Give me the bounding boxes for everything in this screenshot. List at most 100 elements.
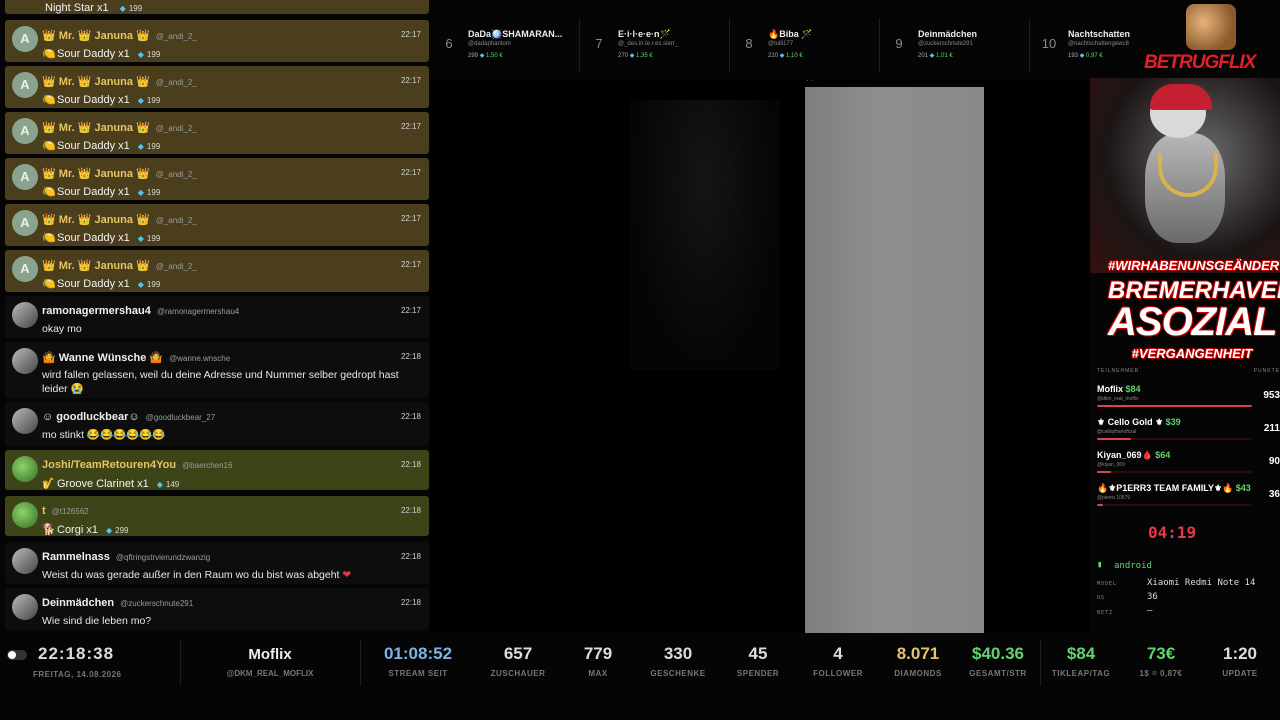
ranking-points: 953 (1263, 390, 1280, 401)
diamond-icon: ◆ (119, 4, 126, 13)
username[interactable]: Joshi/TeamRetouren4You (42, 459, 176, 471)
leaderboard-entry[interactable]: 7 E·i·l·e·e·n🪄 @_des.in.te.r.es.sierr_ 2… (588, 18, 738, 73)
entry-count: 220 (768, 53, 779, 59)
avatar[interactable] (12, 456, 38, 482)
avatar[interactable]: A (12, 118, 38, 144)
stat-label: STREAM SEIT (388, 669, 448, 678)
avatar[interactable] (12, 502, 38, 528)
ranking-handle: @dkm_real_moflix (1097, 396, 1139, 402)
chat-message: ramonagermershau4 @ramonagermershau4 22:1… (5, 296, 429, 338)
avatar[interactable]: A (12, 26, 38, 52)
message-time: 22:18 (400, 506, 421, 515)
leaderboard-entry[interactable]: 9 Deinmädchen @zuckerschnute291 201 ◆ 1,… (888, 18, 1038, 73)
username[interactable]: Deinmädchen (42, 597, 114, 609)
stat-value: $40.36 (972, 644, 1024, 663)
entry-handle: @zuckerschnute291 (918, 41, 973, 47)
chat-message: 🤷 Wanne Wünsche 🤷 @wanne.wnsche 22:18 wir… (5, 342, 429, 398)
os-version: 36 (1147, 592, 1158, 602)
entry-name: DaDa🪩SHAMARAN... (468, 29, 563, 39)
stat-value: $84 (1066, 644, 1096, 663)
avatar[interactable] (12, 302, 38, 328)
user-handle: @_andi_2_ (155, 32, 197, 41)
avatar[interactable]: A (12, 164, 38, 190)
divider (729, 18, 730, 73)
rank-number: 8 (745, 36, 753, 51)
cap-image (1150, 84, 1212, 110)
stat-label: FOLLOWER (813, 669, 863, 678)
entry-money: 1,01 € (935, 53, 953, 59)
message-text: wird fallen gelassen, weil du deine Adre… (42, 369, 399, 395)
gift-icon: 🍋 (42, 94, 56, 106)
stat-followers: 4 FOLLOWER (798, 644, 878, 678)
avatar[interactable] (12, 548, 38, 574)
user-handle: @_andi_2_ (155, 78, 197, 87)
username[interactable]: Rammelnass (42, 551, 110, 563)
gift-label: Sour Daddy x1 (57, 140, 130, 152)
toggle-switch[interactable] (7, 650, 27, 660)
username[interactable]: t (42, 505, 46, 517)
avatar[interactable] (12, 594, 38, 620)
stat-value: 779 (583, 644, 613, 663)
avatar[interactable] (12, 408, 38, 434)
rank-number: 10 (1041, 36, 1057, 51)
leaderboard-entry[interactable]: 10 Nachtschatten @nachtschattengewc8 193… (1038, 18, 1130, 73)
user-handle: @qftringstrvierundzwanzig (115, 553, 211, 562)
ranking-row: 🔥⚜P1ERR3 TEAM FAMILY⚜🔥 $43 @pierre.10579… (1095, 483, 1280, 513)
username[interactable]: ☺ goodluckbear☺ (42, 411, 140, 423)
stream-video[interactable]: • • (430, 80, 1090, 633)
clock: 22:18:38 (38, 644, 115, 663)
username[interactable]: 🤷 Wanne Wünsche 🤷 (42, 352, 163, 364)
diamond-icon: ◆ (137, 188, 144, 197)
ranking-points: 211 (1263, 423, 1280, 434)
page-dots: • • (806, 80, 814, 84)
stat-label: GESAMT/STR (969, 669, 1027, 678)
heart-icon: ❤ (342, 569, 352, 581)
diamond-icon: ◆ (629, 53, 635, 59)
message-text: mo stinkt 😂😂😂😂😂😂 (42, 429, 166, 441)
stat-label: DIAMONDS (894, 669, 942, 678)
avatar[interactable]: A (12, 210, 38, 236)
stat-max: 779 MAX (558, 644, 638, 678)
diamond-icon: ◆ (929, 53, 935, 59)
gift-label: Sour Daddy x1 (57, 278, 130, 290)
user-handle: @_andi_2_ (155, 216, 197, 225)
stat-value: 8.071 (896, 644, 940, 663)
progress-track (1097, 471, 1252, 473)
countdown-timer: 04:19 (1148, 523, 1197, 542)
user-handle: @goodluckbear_27 (145, 413, 216, 422)
message-time: 22:18 (400, 552, 421, 561)
message-time: 22:17 (400, 306, 421, 315)
gift-label: Sour Daddy x1 (57, 186, 130, 198)
username[interactable]: 👑 Mr. 👑 Januna 👑 (42, 122, 150, 134)
avatar[interactable] (12, 348, 38, 374)
gift-label: Sour Daddy x1 (57, 94, 130, 106)
gift-value: 199 (146, 50, 161, 59)
username[interactable]: 👑 Mr. 👑 Januna 👑 (42, 30, 150, 42)
chat-panel: Night Star x1 ◆ 199 A 👑 Mr. 👑 Januna 👑 @_a… (5, 0, 429, 632)
diamond-icon: ◆ (137, 96, 144, 105)
gift-value: 199 (146, 96, 161, 105)
ranking-handle: @kiyan_069 (1097, 462, 1125, 468)
ranking-row: ⚜ Cello Gold ⚜ $39 @cellophanoficial 211 (1095, 417, 1280, 447)
username[interactable]: 👑 Mr. 👑 Januna 👑 (42, 168, 150, 180)
gift-label: Sour Daddy x1 (57, 48, 130, 60)
streamer-info: Moflix @DKM_REAL_MOFLIX (185, 646, 355, 678)
rank-number: 7 (595, 36, 603, 51)
user-handle: @ramonagermershau4 (156, 307, 240, 316)
leaderboard-entry[interactable]: 8 🔥Biba 🪄 @tulli177 220 ◆ 1,10 € (738, 18, 888, 73)
chat-gift-message: A 👑 Mr. 👑 Januna 👑 @_andi_2_ 22:17 🍋Sour … (5, 158, 429, 200)
message-time: 22:17 (400, 260, 421, 269)
username[interactable]: 👑 Mr. 👑 Januna 👑 (42, 76, 150, 88)
username[interactable]: 👑 Mr. 👑 Januna 👑 (42, 260, 150, 272)
avatar[interactable]: A (12, 256, 38, 282)
username[interactable]: ramonagermershau4 (42, 305, 151, 317)
leaderboard-entry[interactable]: 6 DaDa🪩SHAMARAN... @dadaphantom 299 ◆ 1,… (438, 18, 588, 73)
slogan-hashtag: #WIRHABENUNSGEÄNDERT (1108, 258, 1280, 273)
rank-number: 9 (895, 36, 903, 51)
username[interactable]: 👑 Mr. 👑 Januna 👑 (42, 214, 150, 226)
entry-count: 299 (468, 53, 479, 59)
stat-value: 01:08:52 (383, 644, 453, 663)
stat-label: UPDATE (1222, 669, 1258, 678)
ranking-row: Kiyan_069🩸 $64 @kiyan_069 90 (1095, 450, 1280, 480)
avatar[interactable]: A (12, 72, 38, 98)
